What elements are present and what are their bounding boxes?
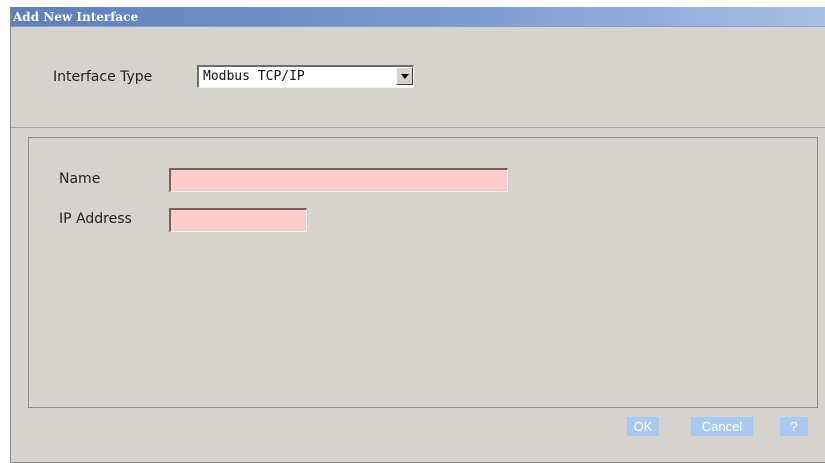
interface-settings-panel: Name IP Address: [28, 137, 818, 408]
name-label: Name: [59, 171, 101, 187]
add-interface-dialog: Add New Interface Interface Type Modbus …: [10, 7, 825, 463]
interface-type-select[interactable]: Modbus TCP/IP: [197, 65, 414, 88]
help-button[interactable]: ?: [780, 417, 808, 436]
ip-address-label: IP Address: [59, 211, 132, 227]
section-divider: [11, 127, 825, 128]
dialog-title: Add New Interface: [13, 10, 139, 24]
dropdown-button[interactable]: [396, 67, 413, 85]
chevron-down-icon: [401, 74, 409, 79]
cancel-button[interactable]: Cancel: [691, 417, 753, 436]
name-field[interactable]: [169, 168, 508, 192]
interface-type-label: Interface Type: [53, 69, 153, 85]
ok-button[interactable]: OK: [627, 417, 659, 436]
dialog-titlebar[interactable]: Add New Interface: [11, 7, 825, 27]
ip-address-field[interactable]: [169, 208, 307, 232]
interface-type-value: Modbus TCP/IP: [203, 69, 305, 84]
